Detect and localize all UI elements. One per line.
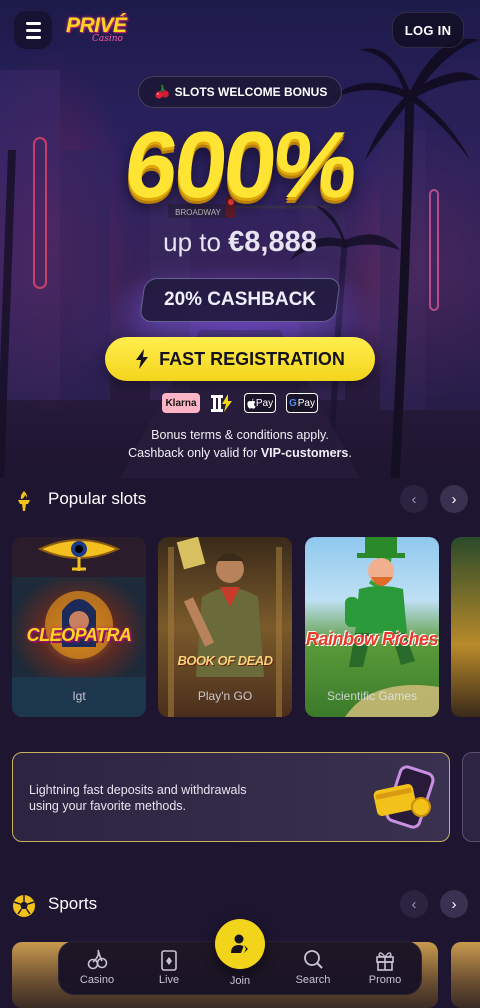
crypto-bolt-icon (210, 393, 234, 413)
cherries-icon (87, 949, 108, 970)
promo-pill-label: SLOTS WELCOME BONUS (174, 85, 328, 99)
popular-slots-title: Popular slots (48, 489, 147, 508)
nav-casino-label: Casino (79, 974, 115, 986)
google-pay-logo: G Pay (286, 393, 318, 413)
cherry-icon (155, 84, 169, 99)
hero-banner: BROADWAY PRIVÉ Casino LOG IN SLOTS WELCO… (0, 0, 480, 478)
chevron-right-icon: › (451, 490, 457, 508)
slots-welcome-bonus-pill: SLOTS WELCOME BONUS (138, 76, 342, 108)
bonus-amount-line: up to €8,888 (0, 226, 480, 259)
prive-casino-logo[interactable]: PRIVÉ Casino (66, 14, 128, 46)
nav-promo[interactable]: Promo (355, 946, 415, 992)
apple-pay-logo: Pay (244, 393, 276, 413)
fast-registration-label: FAST REGISTRATION (159, 348, 345, 369)
popular-slots-next-button[interactable]: › (440, 485, 468, 513)
sport-card-partial[interactable] (451, 942, 480, 1008)
bonus-percentage: 600% (120, 112, 360, 217)
fast-registration-button[interactable]: FAST REGISTRATION (105, 337, 375, 381)
slot-name: BOOK OF DEAD (177, 653, 273, 668)
slot-provider: Igt (72, 689, 86, 703)
payments-info-card[interactable]: Lightning fast deposits and withdrawals … (12, 752, 450, 842)
vip-customers-text: VIP-customers (260, 446, 349, 460)
slot-card[interactable]: BOOK OF DEAD Play'n GO (158, 537, 292, 717)
popular-slots-header: Popular slots ‹ › (0, 482, 480, 518)
slot-name: CLEOPATRA (26, 625, 132, 645)
join-user-icon (231, 934, 248, 953)
cashback-badge: 20% CASHBACK (138, 278, 342, 322)
menu-line (25, 28, 41, 32)
bonus-amount: €8,888 (228, 226, 317, 258)
menu-line (25, 21, 41, 25)
hamburger-menu-button[interactable] (14, 11, 52, 49)
top-bar: PRIVÉ Casino LOG IN (0, 0, 480, 60)
terms-line-2-end: . (348, 446, 352, 460)
nav-search-label: Search (295, 974, 331, 986)
search-icon (304, 950, 323, 969)
nav-join-label: Join (229, 975, 251, 987)
payments-info-text: Lightning fast deposits and withdrawals … (29, 782, 329, 814)
slot-provider: Play'n GO (197, 689, 253, 703)
lightning-bolt-icon (136, 349, 149, 369)
menu-line (25, 35, 41, 39)
klarna-logo: Klarna (162, 393, 200, 413)
payments-info-line-2: using your favorite methods. (29, 799, 187, 813)
slot-card-partial[interactable] (451, 537, 480, 717)
nav-promo-label: Promo (368, 974, 402, 986)
apple-pay-label: Pay (255, 397, 274, 409)
phone-wallet-icon (373, 765, 435, 829)
slot-provider: Scientific Games (326, 689, 418, 703)
payment-methods-row: Klarna Pay G Pay (0, 392, 480, 414)
sports-prev-button[interactable]: ‹ (400, 890, 428, 918)
popular-slots-prev-button[interactable]: ‹ (400, 485, 428, 513)
terms-line-2-text: Cashback only valid for (128, 446, 261, 460)
popular-slots-carousel: CLEOPATRA Igt BOOK OF DEAD Play'n GO Rai… (0, 537, 480, 717)
payments-info-line-1: Lightning fast deposits and withdrawals (29, 783, 247, 797)
torch-icon (18, 491, 30, 511)
sports-header: Sports ‹ › (0, 887, 480, 923)
join-button[interactable] (215, 919, 265, 969)
gift-icon (376, 952, 394, 971)
slot-card[interactable]: CLEOPATRA Igt (12, 537, 146, 717)
next-info-card-partial[interactable] (462, 752, 480, 842)
chevron-right-icon: › (451, 895, 457, 913)
sports-title: Sports (48, 894, 98, 913)
slot-card[interactable]: Rainbow Riches Scientific Games (305, 537, 439, 717)
nav-search[interactable]: Search (283, 946, 343, 992)
terms-line-2: Cashback only valid for VIP-customers. (0, 444, 480, 462)
chevron-left-icon: ‹ (411, 895, 417, 913)
nav-live[interactable]: Live (139, 946, 199, 992)
bonus-upto-text: up to (163, 227, 221, 257)
slot-name: Rainbow Riches (305, 629, 439, 649)
cashback-label: 20% CASHBACK (163, 289, 317, 310)
login-button[interactable]: LOG IN (392, 12, 464, 48)
terms-line-1: Bonus terms & conditions apply. (151, 428, 329, 442)
nav-casino[interactable]: Casino (67, 946, 127, 992)
google-pay-label: Pay (297, 397, 315, 409)
soccer-ball-icon (13, 895, 35, 917)
apple-icon (247, 398, 256, 409)
logo-subtitle: Casino (92, 34, 123, 44)
chevron-left-icon: ‹ (411, 490, 417, 508)
cards-icon (161, 950, 177, 971)
nav-live-label: Live (158, 974, 180, 986)
google-g-icon: G (288, 397, 297, 409)
bonus-terms: Bonus terms & conditions apply. Cashback… (0, 426, 480, 462)
sports-next-button[interactable]: › (440, 890, 468, 918)
